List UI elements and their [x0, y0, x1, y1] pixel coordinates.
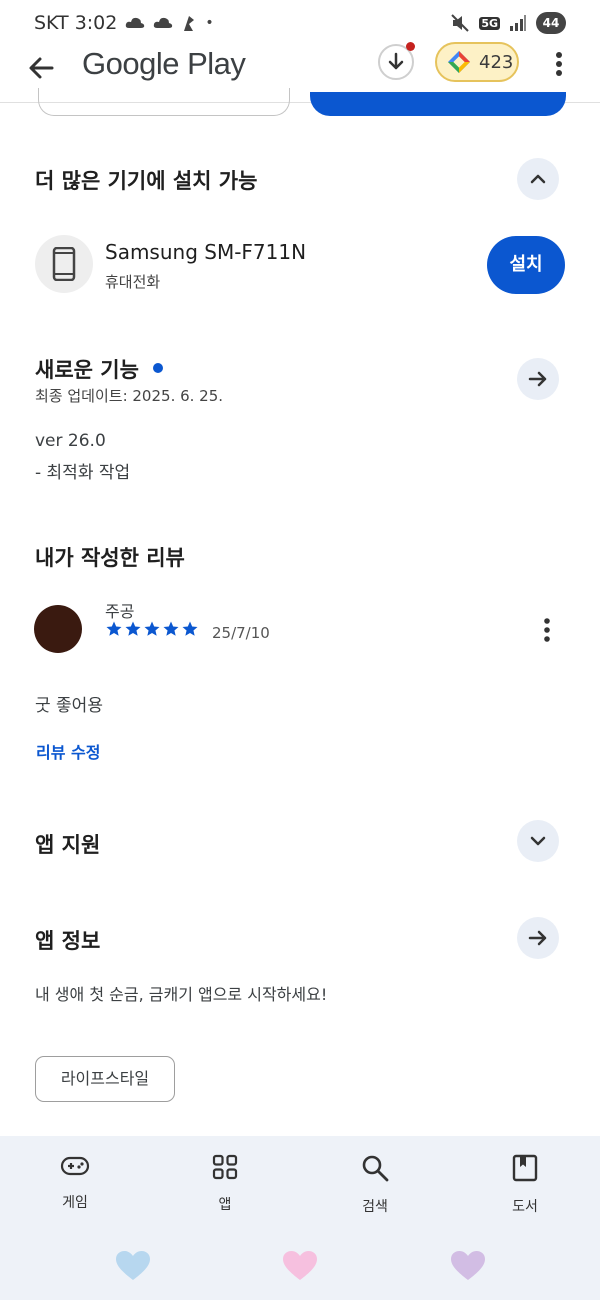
edit-review-link[interactable]: 리뷰 수정 — [36, 739, 100, 763]
points-value: 423 — [479, 52, 514, 73]
cloud-icon — [126, 17, 145, 28]
page-title: Google Play — [82, 46, 246, 81]
battery-indicator: 44 — [536, 12, 566, 34]
book-icon — [512, 1154, 538, 1182]
device-avatar — [35, 235, 93, 293]
app-info-title: 앱 정보 — [35, 929, 101, 953]
play-points-chip[interactable]: 423 — [435, 42, 519, 82]
nav-label-books: 도서 — [512, 1199, 538, 1215]
more-vert-icon — [556, 52, 562, 76]
device-name: Samsung SM-F711N — [105, 240, 307, 264]
bottom-navigation: 게임 앱 검색 도서 — [0, 1136, 600, 1300]
reviewer-name: 주공 — [105, 602, 135, 621]
review-date: 25/7/10 — [212, 624, 270, 642]
nav-label-apps: 앱 — [218, 1197, 232, 1213]
play-points-icon — [448, 51, 470, 73]
notification-dot — [406, 42, 415, 51]
whats-new-arrow-button[interactable] — [517, 358, 559, 400]
status-right: 5G 44 — [450, 12, 566, 34]
more-devices-title: 더 많은 기기에 설치 가능 — [35, 169, 258, 193]
gamepad-icon — [60, 1156, 90, 1176]
category-chip[interactable]: 라이프스타일 — [35, 1056, 175, 1102]
more-options-button[interactable] — [545, 46, 573, 82]
status-carrier-time: SKT 3:02 — [34, 12, 118, 34]
smartphone-icon — [52, 247, 76, 281]
star-icon — [182, 621, 198, 636]
apps-grid-icon — [212, 1154, 238, 1180]
search-icon — [362, 1155, 389, 1182]
whats-new-title: 새로운 기능 — [35, 358, 139, 382]
downloads-button[interactable] — [378, 42, 415, 80]
review-more-button[interactable] — [535, 615, 559, 645]
partial-outline-button[interactable] — [38, 88, 290, 116]
heart-icon — [116, 1251, 150, 1280]
nav-label-games: 게임 — [62, 1195, 88, 1211]
chevron-up-icon — [530, 174, 546, 184]
signal-icon — [510, 15, 526, 31]
expand-support-button[interactable] — [517, 820, 559, 862]
nav-item-apps[interactable]: 앱 — [175, 1154, 275, 1214]
cloud-icon — [154, 17, 173, 28]
app-support-title: 앱 지원 — [35, 833, 101, 857]
heart-icon — [283, 1251, 317, 1280]
my-review-title: 내가 작성한 리뷰 — [35, 546, 185, 570]
nav-item-games[interactable]: 게임 — [25, 1154, 125, 1212]
version-text: ver 26.0 — [35, 431, 106, 451]
star-icon — [106, 621, 122, 636]
back-arrow-icon — [29, 57, 54, 79]
download-icon — [388, 52, 404, 70]
release-notes: - 최적화 작업 — [35, 463, 131, 483]
chevron-down-icon — [530, 836, 546, 846]
review-text: 굿 좋어용 — [35, 696, 103, 716]
arrow-right-icon — [528, 371, 547, 387]
app-description: 내 생애 첫 순금, 금캐기 앱으로 시작하세요! — [35, 985, 328, 1004]
star-icon — [163, 621, 179, 636]
star-rating — [105, 620, 199, 638]
app-info-arrow-button[interactable] — [517, 917, 559, 959]
arrow-right-icon — [528, 930, 547, 946]
avatar — [34, 605, 82, 653]
heart-icon — [451, 1251, 485, 1280]
partial-primary-button[interactable] — [310, 92, 566, 116]
network-type: 5G — [479, 16, 500, 30]
star-icon — [144, 621, 160, 636]
last-updated: 최종 업데이트: 2025. 6. 25. — [35, 387, 224, 405]
nav-item-search[interactable]: 검색 — [325, 1154, 425, 1216]
status-left: SKT 3:02 • — [34, 12, 214, 34]
nav-label-search: 검색 — [362, 1199, 388, 1215]
pin-icon — [184, 16, 195, 31]
new-indicator-dot — [153, 363, 163, 373]
install-button[interactable]: 설치 — [487, 236, 565, 294]
nav-item-books[interactable]: 도서 — [475, 1154, 575, 1216]
star-icon — [125, 621, 141, 636]
device-type: 휴대전화 — [105, 273, 161, 291]
back-button[interactable] — [22, 48, 62, 88]
notification-dot-icon: • — [205, 15, 214, 31]
more-vert-icon — [544, 618, 550, 642]
mute-icon — [451, 14, 470, 32]
collapse-devices-button[interactable] — [517, 158, 559, 200]
